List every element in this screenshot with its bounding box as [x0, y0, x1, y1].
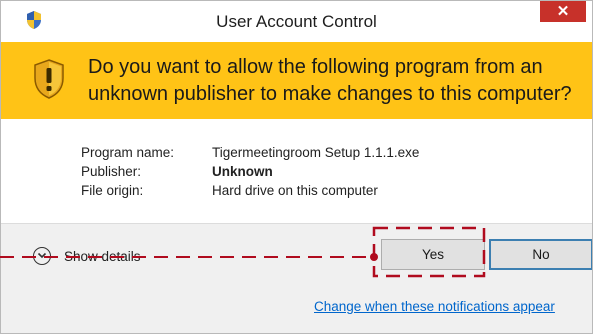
yes-button[interactable]: Yes [381, 239, 485, 270]
uac-question: Do you want to allow the following progr… [88, 56, 572, 105]
no-button[interactable]: No [489, 239, 592, 270]
file-origin-label: File origin: [81, 183, 144, 198]
show-details-toggle[interactable] [33, 247, 51, 265]
file-origin-value: Hard drive on this computer [212, 183, 378, 198]
program-name-value: Tigermeetingroom Setup 1.1.1.exe [212, 145, 420, 160]
title-bar: User Account Control ✕ [1, 1, 592, 42]
publisher-value: Unknown [212, 164, 273, 179]
uac-dialog: User Account Control ✕ Do you want to al… [0, 0, 593, 334]
dialog-footer: Show details Yes No Change when these no… [1, 223, 592, 333]
show-details-label[interactable]: Show details [64, 249, 141, 264]
warning-banner: Do you want to allow the following progr… [1, 42, 592, 119]
notifications-settings-link[interactable]: Change when these notifications appear [314, 299, 555, 314]
close-icon: ✕ [556, 3, 570, 20]
publisher-label: Publisher: [81, 164, 142, 179]
window-title: User Account Control [216, 12, 377, 31]
chevron-down-icon [37, 252, 47, 259]
close-button[interactable]: ✕ [540, 1, 586, 22]
program-name-label: Program name: [81, 145, 175, 160]
warning-shield-icon [34, 59, 64, 99]
